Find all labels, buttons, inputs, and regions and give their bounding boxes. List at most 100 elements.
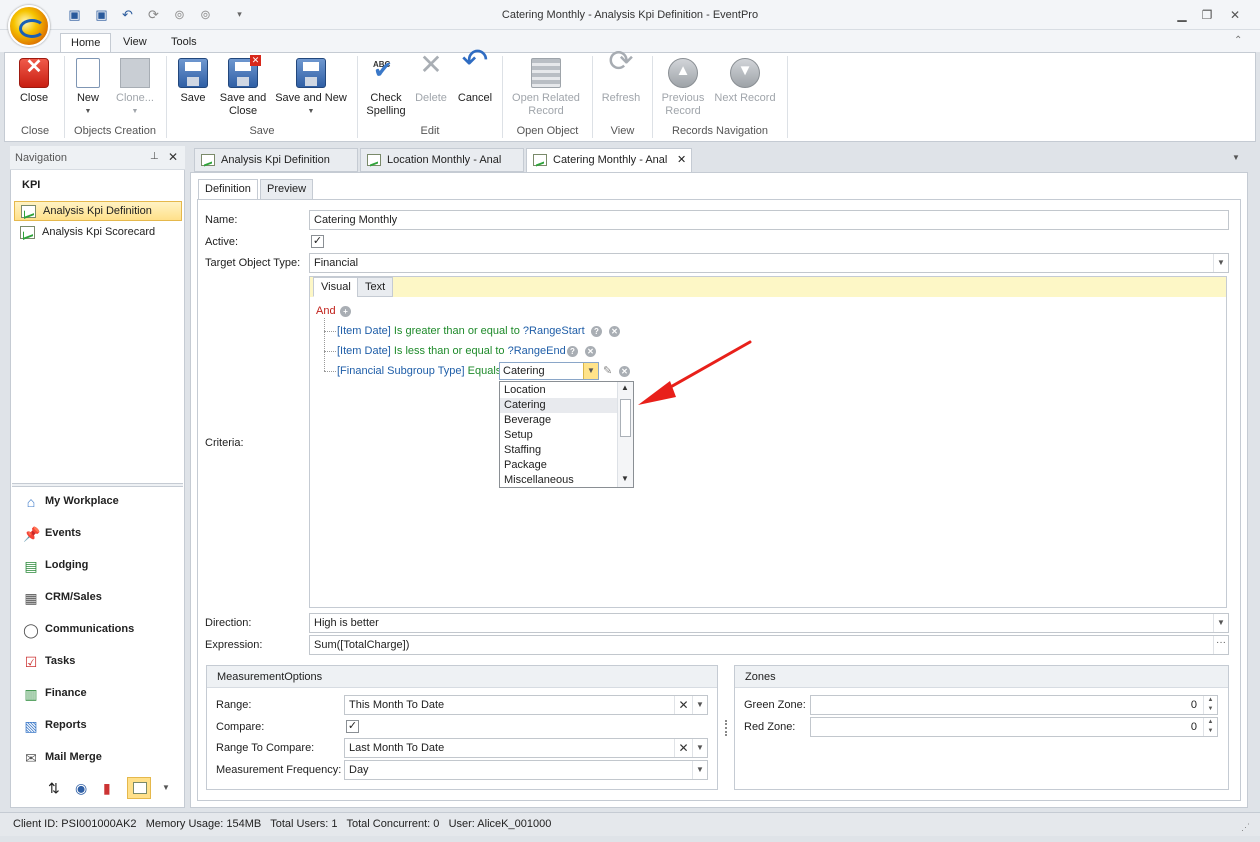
restore-button[interactable]: ❐	[1196, 6, 1218, 24]
module-my-workplace[interactable]: ⌂ My Workplace	[18, 490, 178, 514]
dropdown-option[interactable]: Package	[500, 458, 618, 473]
criteria-tab-text[interactable]: Text	[357, 277, 394, 297]
status-client-id: Client ID: PSI001000AK2	[13, 818, 137, 830]
chevron-down-icon[interactable]: ▼	[692, 739, 707, 757]
pin-icon[interactable]: ⊥	[150, 151, 159, 162]
chevron-down-icon[interactable]: ▼	[692, 761, 707, 779]
green-zone-spinner[interactable]: 0 ▲ ▼	[810, 695, 1218, 715]
nav-item-analysis-kpi-scorecard[interactable]: Analysis Kpi Scorecard	[14, 223, 182, 243]
active-checkbox[interactable]: ✓	[311, 235, 324, 248]
measurement-frequency-select[interactable]: Day ▼	[344, 760, 708, 780]
doc-tab-catering-monthly[interactable]: Catering Monthly - Anal ✕	[526, 148, 692, 173]
new-button[interactable]: New ▼	[70, 58, 106, 118]
doc-tab-analysis-kpi-definition[interactable]: Analysis Kpi Definition	[194, 148, 358, 172]
nav-item-analysis-kpi-definition[interactable]: Analysis Kpi Definition	[14, 201, 182, 221]
clone-button[interactable]: Clone... ▼	[110, 58, 160, 118]
chevron-down-icon[interactable]: ▼	[1213, 614, 1228, 632]
ribbon-collapse-icon[interactable]: ⌃	[1234, 35, 1242, 46]
help-icon[interactable]: ?	[591, 326, 602, 337]
previous-record-button[interactable]: Previous Record	[659, 58, 707, 118]
chevron-down-icon[interactable]: ▼	[583, 363, 598, 379]
dropdown-option[interactable]: Staffing	[500, 443, 618, 458]
nav-close-icon[interactable]: ✕	[168, 150, 178, 164]
criteria-group-and[interactable]: And	[316, 305, 336, 317]
nav-overflow-icon[interactable]: ▼	[162, 783, 170, 792]
remove-condition-icon[interactable]: ✕	[609, 326, 620, 337]
compare-checkbox[interactable]: ✓	[346, 720, 359, 733]
module-events[interactable]: 📌 Events	[18, 522, 178, 546]
dropdown-option-selected[interactable]: Catering	[500, 398, 618, 413]
app-logo-button[interactable]	[8, 5, 50, 47]
condition-row[interactable]: [Item Date] Is greater than or equal to …	[337, 325, 585, 337]
ribbon-tab-tools[interactable]: Tools	[161, 33, 207, 53]
range-to-compare-select[interactable]: Last Month To Date ✕ ▼	[344, 738, 708, 758]
delete-button[interactable]: Delete	[412, 58, 450, 105]
chevron-down-icon[interactable]: ▼	[1213, 254, 1228, 272]
dropdown-option[interactable]: Miscellaneous	[500, 473, 618, 488]
minimize-button[interactable]: ▁	[1171, 6, 1193, 24]
range-select[interactable]: This Month To Date ✕ ▼	[344, 695, 708, 715]
check-spelling-button[interactable]: Check Spelling	[364, 58, 408, 118]
value-combo[interactable]: Catering ▼	[499, 362, 599, 380]
crm-icon: ▦	[24, 590, 38, 606]
chevron-down-icon[interactable]: ▼	[692, 696, 707, 714]
ribbon-tab-view[interactable]: View	[113, 33, 157, 53]
condition-row[interactable]: [Financial Subgroup Type] Equals	[337, 365, 501, 377]
save-and-close-button[interactable]: ✕ Save and Close	[216, 55, 270, 118]
bar-chart-icon[interactable]: ▮	[103, 780, 111, 797]
doc-tab-close-icon[interactable]: ✕	[677, 153, 686, 166]
dropdown-option[interactable]: Setup	[500, 428, 618, 443]
remove-condition-icon[interactable]: ✕	[585, 346, 596, 357]
name-field[interactable]: Catering Monthly	[309, 210, 1229, 230]
criteria-tab-visual[interactable]: Visual	[313, 277, 359, 297]
tree-line	[324, 331, 336, 332]
edit-pencil-icon[interactable]: ✎	[603, 364, 612, 377]
annotation-arrow-icon	[638, 340, 752, 405]
sort-arrows-icon[interactable]: ⇅	[48, 780, 60, 797]
close-window-button[interactable]: ✕	[1224, 6, 1246, 24]
ribbon-tab-home[interactable]: Home	[60, 33, 112, 54]
tab-preview[interactable]: Preview	[260, 179, 314, 200]
next-record-button[interactable]: Next Record	[711, 58, 779, 105]
module-crm-sales[interactable]: ▦ CRM/Sales	[18, 586, 178, 610]
expression-field[interactable]: Sum([TotalCharge]) ···	[309, 635, 1229, 655]
spin-buttons-icon[interactable]: ▲ ▼	[1203, 718, 1217, 736]
add-condition-icon[interactable]: +	[340, 306, 351, 317]
cancel-button[interactable]: Cancel	[454, 54, 496, 105]
scroll-up-icon[interactable]: ▲	[621, 383, 629, 392]
doc-tabs-dropdown-icon[interactable]: ▼	[1232, 153, 1240, 162]
red-zone-spinner[interactable]: 0 ▲ ▼	[810, 717, 1218, 737]
clear-x-icon[interactable]: ✕	[674, 696, 692, 714]
condition-row[interactable]: [Item Date] Is less than or equal to ?Ra…	[337, 345, 566, 357]
remove-condition-icon[interactable]: ✕	[619, 366, 630, 377]
module-finance[interactable]: ▥ Finance	[18, 682, 178, 706]
resize-grip-icon[interactable]: ⋰	[1241, 822, 1250, 833]
module-mail-merge[interactable]: ✉ Mail Merge	[18, 746, 178, 770]
direction-select[interactable]: High is better ▼	[309, 613, 1229, 633]
doc-tab-location-monthly[interactable]: Location Monthly - Anal	[360, 148, 524, 172]
dropdown-option[interactable]: Beverage	[500, 413, 618, 428]
clear-x-icon[interactable]: ✕	[674, 739, 692, 757]
target-object-type-select[interactable]: Financial ▼	[309, 253, 1229, 273]
kpi-module-button[interactable]	[127, 777, 151, 799]
group-splitter[interactable]	[725, 720, 727, 736]
module-tasks[interactable]: ☑ Tasks	[18, 650, 178, 674]
globe-icon[interactable]: ◉	[75, 780, 87, 797]
help-icon[interactable]: ?	[567, 346, 578, 357]
save-and-new-button[interactable]: Save and New ▼	[274, 58, 348, 118]
open-related-record-button[interactable]: Open Related Record	[509, 58, 583, 118]
module-communications[interactable]: ◯ Communications	[18, 618, 178, 642]
close-button[interactable]: Close	[14, 58, 54, 105]
module-lodging[interactable]: ▤ Lodging	[18, 554, 178, 578]
tab-definition[interactable]: Definition	[198, 179, 258, 200]
active-label: Active:	[205, 236, 239, 248]
nav-splitter[interactable]	[12, 483, 183, 487]
dropdown-option[interactable]: Location	[500, 383, 618, 398]
module-reports[interactable]: ▧ Reports	[18, 714, 178, 738]
spellcheck-icon	[371, 58, 401, 88]
spin-buttons-icon[interactable]: ▲ ▼	[1203, 696, 1217, 714]
ellipsis-button[interactable]: ···	[1213, 636, 1228, 654]
refresh-button[interactable]: Refresh	[598, 55, 644, 105]
scroll-down-icon[interactable]: ▼	[621, 474, 629, 483]
save-button[interactable]: Save	[174, 58, 212, 105]
